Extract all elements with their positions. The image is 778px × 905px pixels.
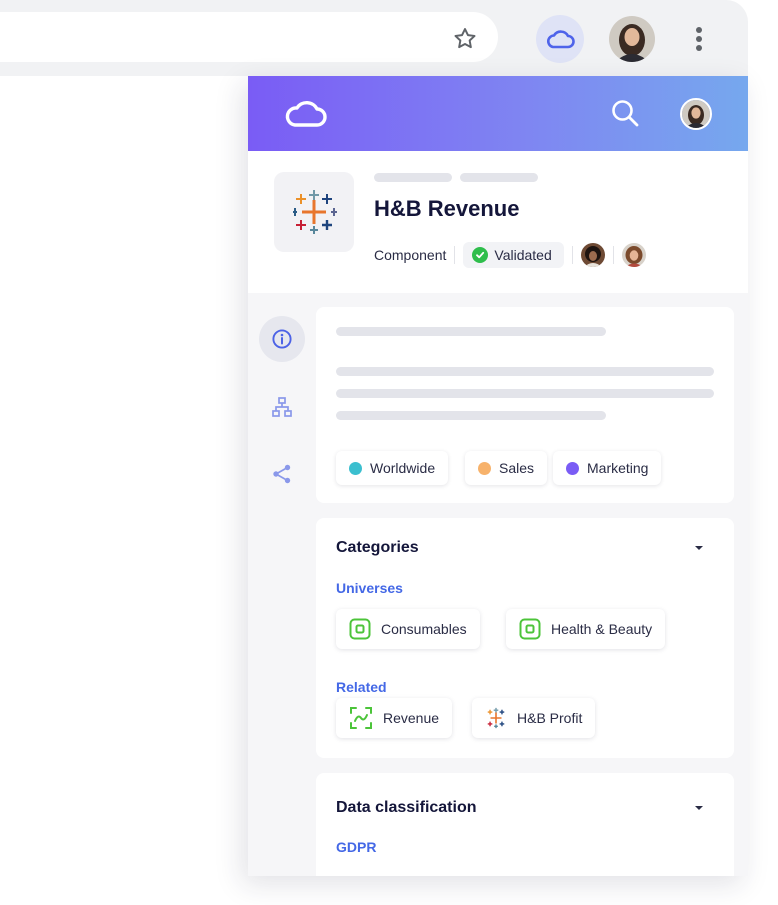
universe-icon	[349, 618, 371, 640]
divider	[454, 246, 456, 264]
panel-header	[248, 76, 748, 151]
asset-title: H&B Revenue	[374, 196, 520, 221]
universe-chip-health-beauty[interactable]: Health & Beauty	[506, 609, 666, 649]
tag-dot	[349, 461, 362, 475]
check-icon	[472, 247, 489, 263]
status-label: Validated	[494, 247, 552, 263]
share-icon	[273, 464, 291, 484]
status-badge: Validated	[463, 242, 564, 268]
divider	[571, 246, 573, 264]
info-tab[interactable]	[259, 316, 305, 362]
skeleton-line	[460, 173, 538, 182]
tag-label: Sales	[499, 460, 535, 476]
tableau-icon	[487, 707, 505, 729]
tableau-icon	[274, 172, 354, 252]
universe-icon	[519, 618, 541, 640]
search-icon[interactable]	[610, 98, 640, 128]
address-bar[interactable]	[0, 12, 498, 62]
divider	[612, 246, 614, 264]
chip-label: Health & Beauty	[551, 621, 653, 637]
user-avatar[interactable]	[680, 98, 712, 130]
chip-label: Consumables	[381, 621, 467, 637]
side-rail	[248, 293, 316, 876]
owner-avatar[interactable]	[580, 243, 605, 267]
skeleton-line	[374, 173, 452, 182]
star-icon[interactable]	[452, 26, 478, 52]
asset-type: Component	[374, 247, 447, 263]
caret-down-icon[interactable]	[695, 546, 703, 550]
tag-label: Marketing	[587, 460, 649, 476]
description-card: Worldwide Sales Marketing	[316, 307, 734, 503]
tag-dot	[566, 461, 579, 475]
chip-label: H&B Profit	[517, 710, 583, 726]
kebab-menu-icon[interactable]	[688, 24, 710, 54]
categories-card: Categories Universes Consumables Health …	[316, 518, 734, 758]
tag-worldwide[interactable]: Worldwide	[336, 451, 449, 485]
classification-title: Data classification	[336, 799, 477, 816]
extension-button[interactable]	[536, 15, 584, 63]
classification-card: Data classification GDPR	[316, 773, 734, 876]
asset-summary: H&B Revenue Component Validated	[248, 151, 748, 293]
skeleton-line	[336, 367, 714, 376]
related-chip-hb-profit[interactable]: H&B Profit	[472, 698, 596, 738]
categories-title: Categories	[336, 539, 419, 556]
gdpr-label: GDPR	[336, 839, 377, 855]
tag-sales[interactable]: Sales	[465, 451, 548, 485]
related-chip-revenue[interactable]: Revenue	[336, 698, 453, 738]
cloud-icon	[546, 30, 575, 49]
caret-down-icon[interactable]	[695, 806, 703, 810]
lineage-tab[interactable]	[259, 384, 305, 430]
asset-meta: Component Validated	[374, 240, 646, 270]
chip-label: Revenue	[383, 710, 440, 726]
metric-icon	[350, 707, 372, 729]
tag-label: Worldwide	[370, 460, 436, 476]
cloud-icon[interactable]	[284, 98, 328, 130]
profile-avatar[interactable]	[609, 16, 655, 62]
skeleton-line	[336, 411, 606, 420]
skeleton-line	[336, 389, 714, 398]
universe-chip-consumables[interactable]: Consumables	[336, 609, 480, 649]
skeleton-line	[336, 327, 606, 336]
share-tab[interactable]	[259, 451, 305, 497]
browser-toolbar	[0, 0, 748, 76]
tag-dot	[478, 461, 491, 475]
info-icon	[272, 329, 292, 349]
extension-panel: H&B Revenue Component Validated Worldwid…	[248, 76, 748, 876]
related-label: Related	[336, 679, 387, 695]
lineage-icon	[272, 397, 292, 417]
tag-marketing[interactable]: Marketing	[553, 451, 662, 485]
owner-avatar[interactable]	[621, 243, 646, 267]
universes-label: Universes	[336, 580, 403, 596]
